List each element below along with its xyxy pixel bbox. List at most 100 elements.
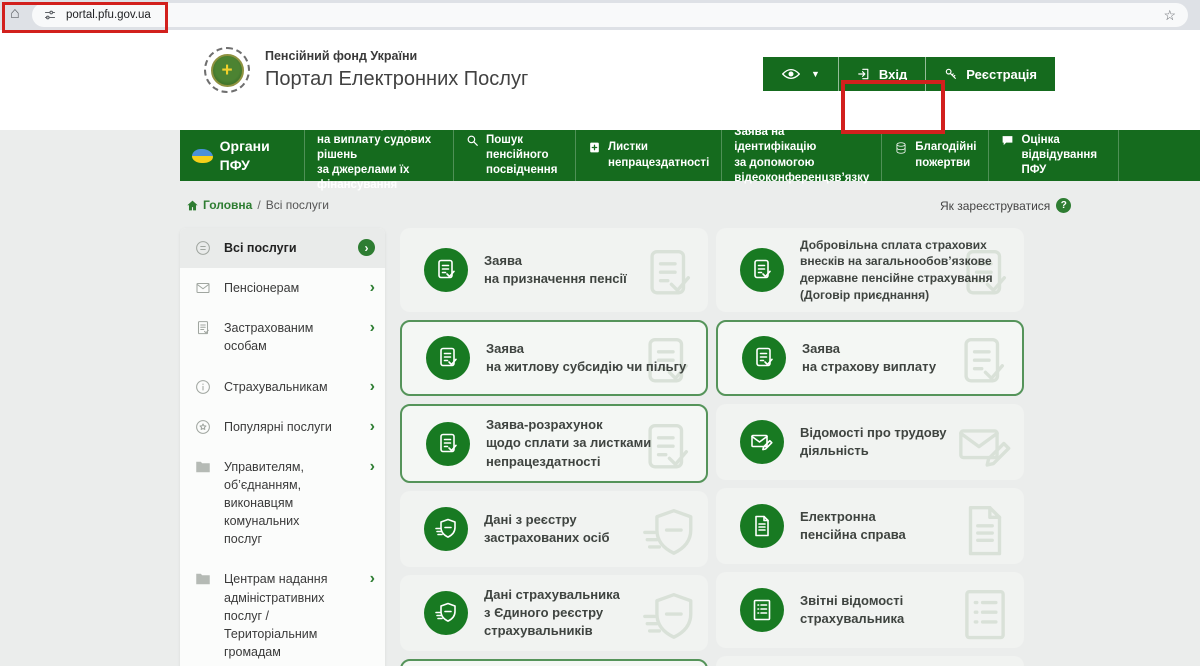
nav-label: Пошук пенсійного посвідчення	[486, 133, 563, 179]
eye-icon	[781, 67, 801, 81]
services-sidebar: Всі послуги › Пенсіонерам › Застраховани…	[180, 228, 385, 666]
sidebar-item-label: Центрам надання адміністративних послуг …	[224, 570, 358, 661]
bookmark-star-icon[interactable]: ☆	[1163, 7, 1176, 24]
info-icon	[194, 378, 212, 396]
site-settings-icon[interactable]	[44, 9, 56, 21]
nav-label: Листки непрацездатності	[608, 140, 709, 170]
service-card-insurer-registry-data[interactable]: Дані страхувальника з Єдиного реєстру ст…	[400, 575, 708, 651]
sidebar-item-insurers[interactable]: Страхувальникам ›	[180, 367, 385, 407]
service-title: Звітні відомості страхувальника	[800, 592, 904, 628]
breadcrumb: Головна / Всі послуги	[186, 198, 329, 212]
doc-check-watermark-icon	[954, 334, 1012, 392]
service-card-insured-persons-registry[interactable]: Дані з реєстру застрахованих осіб	[400, 491, 708, 567]
service-card-sick-leave-calculation[interactable]: Заява-розрахунок щодо сплати за листками…	[400, 404, 708, 483]
chevron-right-icon: ›	[370, 458, 375, 475]
browser-home-icon[interactable]: ⌂	[10, 4, 20, 24]
doc-check-icon	[742, 336, 786, 380]
shield-watermark-icon	[640, 589, 698, 647]
service-title: Дані з реєстру застрахованих осіб	[484, 511, 610, 547]
service-title: Заява на призначення пенсії	[484, 252, 627, 288]
sidebar-item-admin-service-centers[interactable]: Центрам надання адміністративних послуг …	[180, 559, 385, 666]
login-icon	[857, 67, 871, 81]
key-icon	[944, 67, 958, 81]
accessibility-button[interactable]: ▼	[763, 57, 838, 91]
url-text[interactable]: portal.pfu.gov.ua	[66, 9, 151, 21]
main-navigation: Органи ПФУ Звіти обліку видатків на випл…	[180, 130, 1200, 181]
question-mark-icon[interactable]: ?	[1056, 198, 1071, 213]
doc-check-icon	[426, 336, 470, 380]
login-label: Вхід	[879, 67, 907, 82]
nav-item-blahodiini-pozhertvy[interactable]: Благодійні пожертви	[882, 130, 989, 181]
browser-window: ⌂ portal.pfu.gov.ua ☆ + Пенсійний фонд У…	[0, 0, 1200, 666]
sidebar-item-label: Страхувальникам	[224, 378, 358, 396]
register-label: Реєстрація	[966, 67, 1037, 82]
service-title: Заява-розрахунок щодо сплати за листками…	[486, 416, 651, 471]
nav-item-zaiava-identyfikatsiia[interactable]: Заява на ідентифікацію за допомогою віде…	[722, 130, 882, 181]
service-card-employment-records[interactable]: Відомості про трудову діяльність	[716, 404, 1024, 480]
services-column-right: Добровільна сплата страхових внесків на …	[716, 228, 1024, 666]
org-name: Пенсійний фонд України	[265, 49, 528, 63]
login-button[interactable]: Вхід	[838, 57, 925, 91]
nav-item-zvity-obliku[interactable]: Звіти обліку видатків на виплату судових…	[305, 130, 454, 181]
document-list-icon	[740, 588, 784, 632]
list-circle-icon	[194, 239, 212, 257]
nav-item-poshuk-posvidchennia[interactable]: Пошук пенсійного посвідчення	[454, 130, 576, 181]
sick-leave-icon	[588, 141, 601, 154]
chevron-right-icon: ›	[370, 319, 375, 336]
home-icon	[186, 199, 199, 212]
service-title: Заява на житлову субсидію чи пільгу	[486, 340, 686, 376]
service-title: Заява на страхову виплату	[802, 340, 936, 376]
nav-label: Оцінка відвідування ПФУ	[1021, 133, 1106, 179]
services-column-left: Заява на призначення пенсії Заява на жит…	[400, 228, 708, 666]
pfu-emblem-icon: +	[204, 47, 250, 93]
ukraine-map-icon	[192, 149, 213, 163]
breadcrumb-home-link[interactable]: Головна	[186, 198, 252, 212]
chevron-right-icon: ›	[370, 418, 375, 435]
register-button[interactable]: Реєстрація	[925, 57, 1055, 91]
sidebar-item-building-managers[interactable]: Управителям, об’єднанням, виконавцям ком…	[180, 447, 385, 560]
sidebar-item-label: Застрахованим особам	[224, 319, 358, 355]
doc-check-watermark-icon	[640, 246, 698, 304]
sidebar-item-label: Популярні послуги	[224, 418, 358, 436]
service-card-housing-subsidy[interactable]: Заява на житлову субсидію чи пільгу	[400, 320, 708, 396]
shield-icon	[424, 591, 468, 635]
browser-toolbar: ⌂ portal.pfu.gov.ua ☆	[0, 0, 1200, 30]
document-icon	[194, 319, 212, 337]
sidebar-item-all-services[interactable]: Всі послуги ›	[180, 228, 385, 268]
folder-icon	[194, 570, 212, 588]
service-card-insurer-reporting-data[interactable]: Звітні відомості страхувальника	[716, 572, 1024, 648]
sidebar-item-pensioners[interactable]: Пенсіонерам ›	[180, 268, 385, 308]
service-card-voluntary-insurance-payment[interactable]: Добровільна сплата страхових внесків на …	[716, 228, 1024, 312]
pfu-logo[interactable]: + Пенсійний фонд України Портал Електрон…	[204, 47, 528, 93]
doc-check-icon	[740, 248, 784, 292]
nav-label: Органи ПФУ	[220, 137, 292, 174]
search-icon	[466, 134, 479, 147]
sidebar-item-label: Управителям, об’єднанням, виконавцям ком…	[224, 458, 358, 549]
logo-text: Пенсійний фонд України Портал Електронни…	[265, 49, 528, 91]
nav-label: Заява на ідентифікацію за допомогою віде…	[734, 125, 869, 186]
service-card-partial[interactable]	[716, 656, 1024, 666]
address-bar[interactable]: portal.pfu.gov.ua ☆	[32, 3, 1188, 27]
service-card-insurance-payout-application[interactable]: Заява на страхову виплату	[716, 320, 1024, 396]
document-page-icon	[740, 504, 784, 548]
service-card-electronic-pension-file[interactable]: Електронна пенсійна справа	[716, 488, 1024, 564]
chevron-down-icon: ▼	[811, 69, 820, 79]
chevron-right-circle-icon: ›	[358, 239, 375, 256]
nav-item-organy-pfu[interactable]: Органи ПФУ	[180, 130, 305, 181]
sidebar-item-insured-persons[interactable]: Застрахованим особам ›	[180, 308, 385, 366]
folder-icon	[194, 458, 212, 476]
service-card-partial[interactable]	[400, 659, 708, 666]
breadcrumb-current: Всі послуги	[266, 198, 329, 212]
comment-icon	[1001, 134, 1014, 147]
nav-item-otsinka-vidviduvannia[interactable]: Оцінка відвідування ПФУ	[989, 130, 1119, 181]
auth-bar: ▼ Вхід Реєстрація	[763, 57, 1055, 91]
breadcrumb-home-label: Головна	[203, 198, 252, 212]
doc-check-icon	[426, 422, 470, 466]
nav-item-lystky-nepratsezdatnosti[interactable]: Листки непрацездатності	[576, 130, 722, 181]
document-page-watermark-icon	[956, 502, 1014, 560]
chevron-right-icon: ›	[370, 279, 375, 296]
sidebar-item-popular-services[interactable]: Популярні послуги ›	[180, 407, 385, 447]
shield-watermark-icon	[640, 505, 698, 563]
how-to-register-link[interactable]: Як зареєструватися ?	[940, 198, 1071, 213]
service-card-pension-application[interactable]: Заява на призначення пенсії	[400, 228, 708, 312]
